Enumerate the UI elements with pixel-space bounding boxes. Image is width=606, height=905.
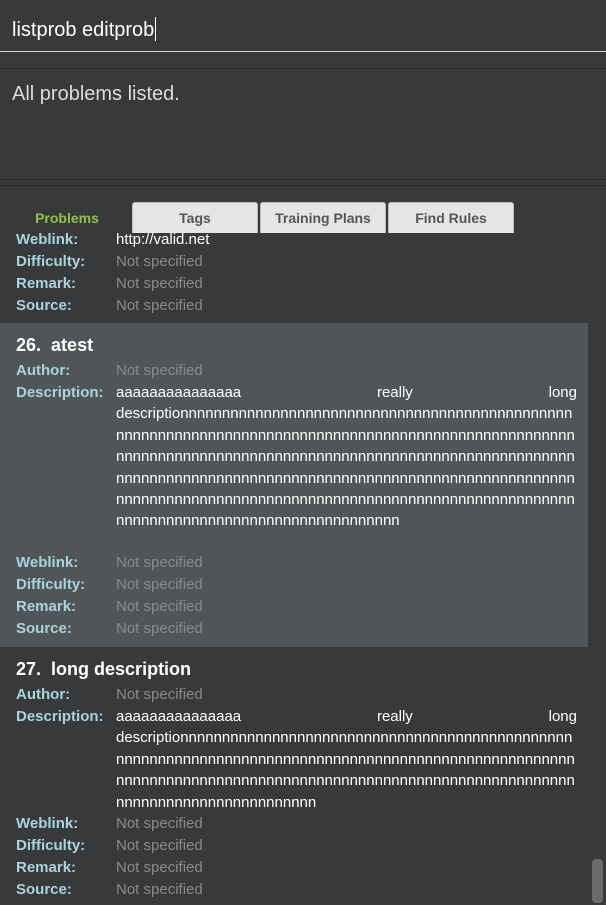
remark-label: Remark: [16,275,77,292]
remark-label: Remark: [16,598,77,615]
difficulty-label: Difficulty: [16,253,86,270]
remark-value: Not specified [116,275,203,292]
description-value: aaaaaaaaaaaaaaa really long descriptionn… [116,708,577,811]
source-label: Source: [16,881,72,898]
description-value: aaaaaaaaaaaaaaa really long descriptionn… [116,384,577,530]
vertical-scrollbar[interactable] [588,233,606,905]
source-label: Source: [16,620,72,637]
weblink-label: Weblink: [16,554,79,571]
weblink-value: Not specified [116,815,203,832]
problem-title: 27. long description [16,659,192,679]
difficulty-label: Difficulty: [16,837,86,854]
author-label: Author: [16,362,71,379]
tab-find-rules[interactable]: Find Rules [388,202,514,233]
problem-title: 26. atest [16,335,94,355]
command-input[interactable]: listprob editprob [12,17,157,42]
source-value: Not specified [116,881,203,898]
problem-list[interactable]: Weblink: http://valid.net Difficulty: No… [0,233,588,905]
scrollbar-thumb[interactable] [592,859,603,903]
command-box[interactable]: listprob editprob [0,0,606,52]
panel-divider [0,185,606,186]
tab-problems[interactable]: Problems [4,202,130,233]
weblink-label: Weblink: [16,233,79,248]
tab-tags[interactable]: Tags [132,202,258,233]
description-label: Description: [16,708,104,725]
text-caret [155,17,157,41]
weblink-value: http://valid.net [116,233,210,248]
weblink-label: Weblink: [16,815,79,832]
source-label: Source: [16,297,72,314]
author-label: Author: [16,686,71,703]
problem-card[interactable]: Weblink: http://valid.net Difficulty: No… [0,233,588,323]
weblink-value: Not specified [116,554,203,571]
author-value: Not specified [116,362,203,379]
author-value: Not specified [116,686,203,703]
problem-card-selected[interactable]: 26. atest Author: Not specified Descript… [0,323,588,647]
problem-card[interactable]: 27. long description Author: Not specifi… [0,647,588,905]
remark-label: Remark: [16,859,77,876]
source-value: Not specified [116,297,203,314]
difficulty-value: Not specified [116,837,203,854]
tab-training-plans[interactable]: Training Plans [260,202,386,233]
difficulty-value: Not specified [116,253,203,270]
result-display: All problems listed. [0,68,606,180]
difficulty-label: Difficulty: [16,576,86,593]
result-message: All problems listed. [12,83,180,105]
remark-value: Not specified [116,859,203,876]
difficulty-value: Not specified [116,576,203,593]
description-label: Description: [16,384,104,401]
remark-value: Not specified [116,598,203,615]
source-value: Not specified [116,620,203,637]
